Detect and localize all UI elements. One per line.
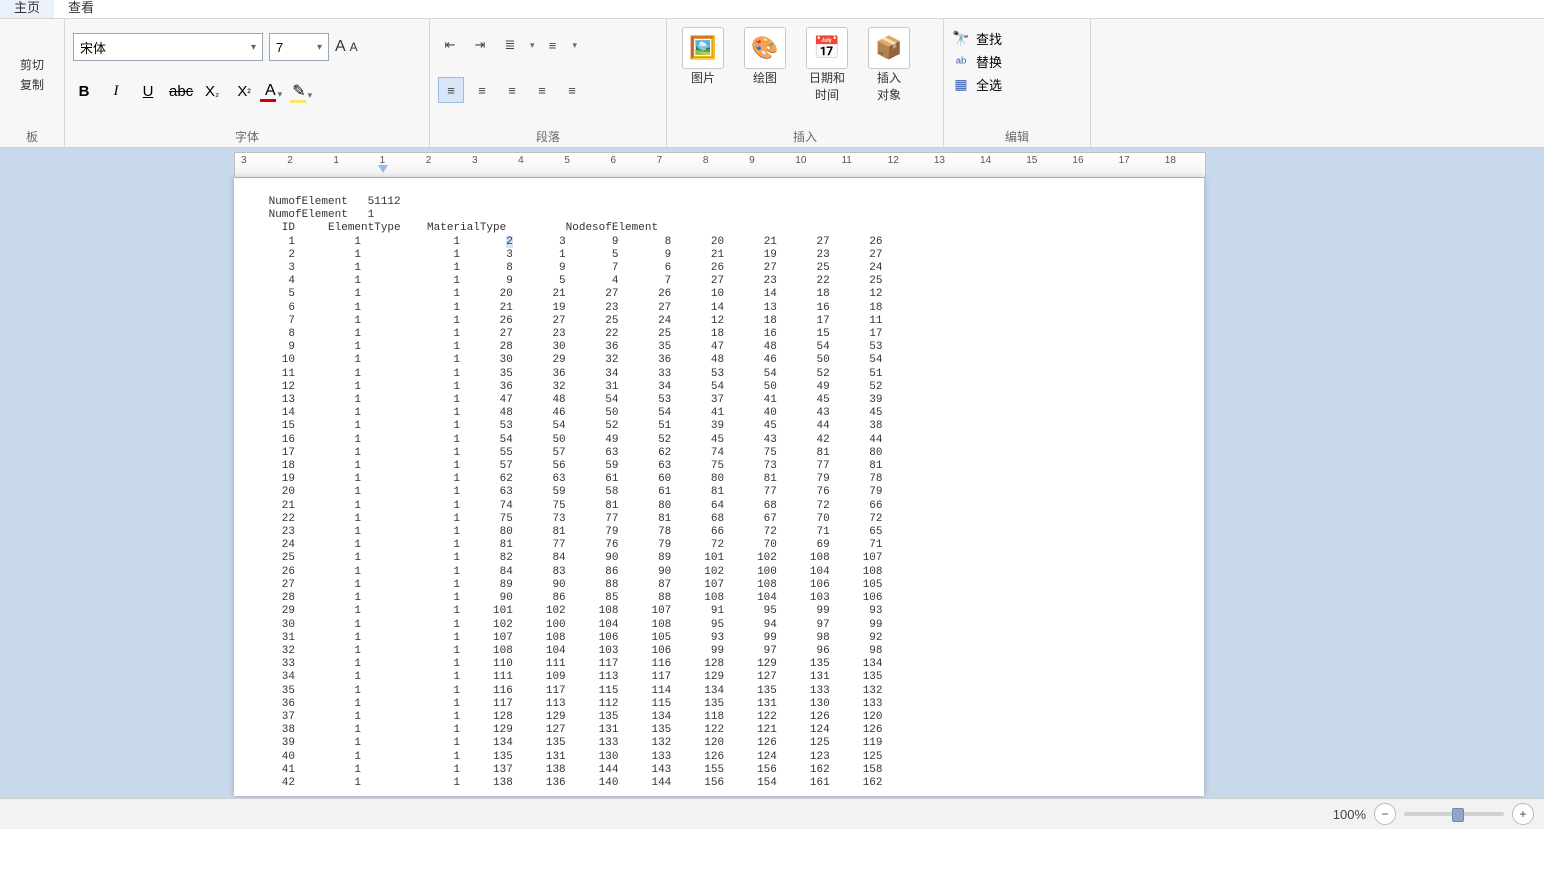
select-all-label: 全选 [976, 75, 1002, 94]
strikethrough-button[interactable]: abc [169, 83, 191, 100]
highlight-button[interactable]: ✎▾ [292, 81, 312, 101]
align-left-button[interactable]: ≡ [438, 77, 464, 103]
cut-button[interactable]: 剪切 [20, 55, 44, 75]
zoom-level: 100% [1333, 807, 1366, 822]
subscript-button[interactable]: X [201, 83, 223, 100]
select-all-icon: ▦ [952, 76, 970, 94]
group-clipboard-title: 板 [8, 126, 56, 145]
insert-datetime-button[interactable]: 📅 日期和 时间 [799, 27, 855, 103]
insert-datetime-label: 日期和 时间 [809, 69, 845, 103]
status-bar: 100% − + [0, 798, 1544, 829]
font-color-button[interactable]: A▾ [265, 82, 282, 100]
group-edit: 🔭 查找 ᵃᵇ 替换 ▦ 全选 编辑 [944, 19, 1091, 147]
insert-object-button[interactable]: 📦 插入 对象 [861, 27, 917, 103]
ribbon: 剪切 复制 板 宋体 ▾ 7 ▾ A A [0, 19, 1544, 148]
font-name-value: 宋体 [80, 38, 106, 57]
find-button[interactable]: 🔭 查找 [952, 29, 1002, 48]
insert-picture-label: 图片 [691, 69, 715, 86]
tab-home[interactable]: 主页 [0, 0, 54, 18]
group-paragraph-title: 段落 [438, 126, 658, 145]
line-spacing-button[interactable] [541, 33, 565, 57]
find-label: 查找 [976, 29, 1002, 48]
horizontal-ruler[interactable]: 321123456789101112131415161718 [234, 152, 1206, 178]
shrink-font-button[interactable]: A [350, 40, 358, 54]
bold-button[interactable]: B [73, 83, 95, 100]
binoculars-icon: 🔭 [952, 30, 970, 48]
group-clipboard: 剪切 复制 板 [0, 19, 65, 147]
insert-picture-button[interactable]: 🖼️ 图片 [675, 27, 731, 103]
picture-icon: 🖼️ [682, 27, 724, 69]
calendar-icon: 📅 [806, 27, 848, 69]
palette-icon: 🎨 [744, 27, 786, 69]
document-area: 321123456789101112131415161718 NumofElem… [0, 148, 1544, 798]
object-icon: 📦 [868, 27, 910, 69]
group-edit-title: 编辑 [952, 126, 1082, 145]
replace-label: 替换 [976, 52, 1002, 71]
insert-object-label: 插入 对象 [877, 69, 901, 103]
font-name-combo[interactable]: 宋体 ▾ [73, 33, 263, 61]
underline-button[interactable]: U [137, 83, 159, 100]
align-right-button[interactable]: ≡ [500, 78, 524, 102]
font-size-combo[interactable]: 7 ▾ [269, 33, 329, 61]
grow-font-button[interactable]: A [335, 38, 346, 56]
group-font-title: 字体 [73, 126, 421, 145]
align-center-button[interactable]: ≡ [470, 78, 494, 102]
italic-button[interactable]: I [105, 83, 127, 100]
replace-button[interactable]: ᵃᵇ 替换 [952, 52, 1002, 71]
outdent-button[interactable] [438, 33, 462, 57]
align-justify-button[interactable]: ≡ [530, 78, 554, 102]
document-text[interactable]: NumofElement 51112 NumofElement 1 ID Ele… [262, 196, 1176, 790]
paragraph-button[interactable]: ≡ [560, 78, 584, 102]
tab-view[interactable]: 查看 [54, 0, 108, 18]
zoom-in-button[interactable]: + [1512, 803, 1534, 825]
font-size-value: 7 [276, 40, 283, 55]
group-insert-title: 插入 [675, 126, 935, 145]
replace-icon: ᵃᵇ [952, 53, 970, 71]
page[interactable]: NumofElement 51112 NumofElement 1 ID Ele… [234, 178, 1204, 796]
group-font: 宋体 ▾ 7 ▾ A A B I U abc X X [65, 19, 430, 147]
chevron-down-icon: ▾ [251, 42, 256, 53]
group-insert: 🖼️ 图片 🎨 绘图 📅 日期和 时间 📦 插入 对象 插入 [667, 19, 944, 147]
insert-paint-button[interactable]: 🎨 绘图 [737, 27, 793, 103]
bullets-button[interactable] [498, 33, 522, 57]
chevron-down-icon: ▾ [317, 42, 322, 53]
insert-paint-label: 绘图 [753, 69, 777, 86]
zoom-slider[interactable] [1404, 812, 1504, 816]
indent-button[interactable] [468, 33, 492, 57]
select-all-button[interactable]: ▦ 全选 [952, 75, 1002, 94]
group-paragraph: ▾ ▾ ≡ ≡ ≡ ≡ ≡ 段落 [430, 19, 667, 147]
copy-button[interactable]: 复制 [20, 75, 44, 95]
tab-strip: 主页 查看 [0, 0, 1544, 19]
superscript-button[interactable]: X [233, 83, 255, 100]
zoom-out-button[interactable]: − [1374, 803, 1396, 825]
